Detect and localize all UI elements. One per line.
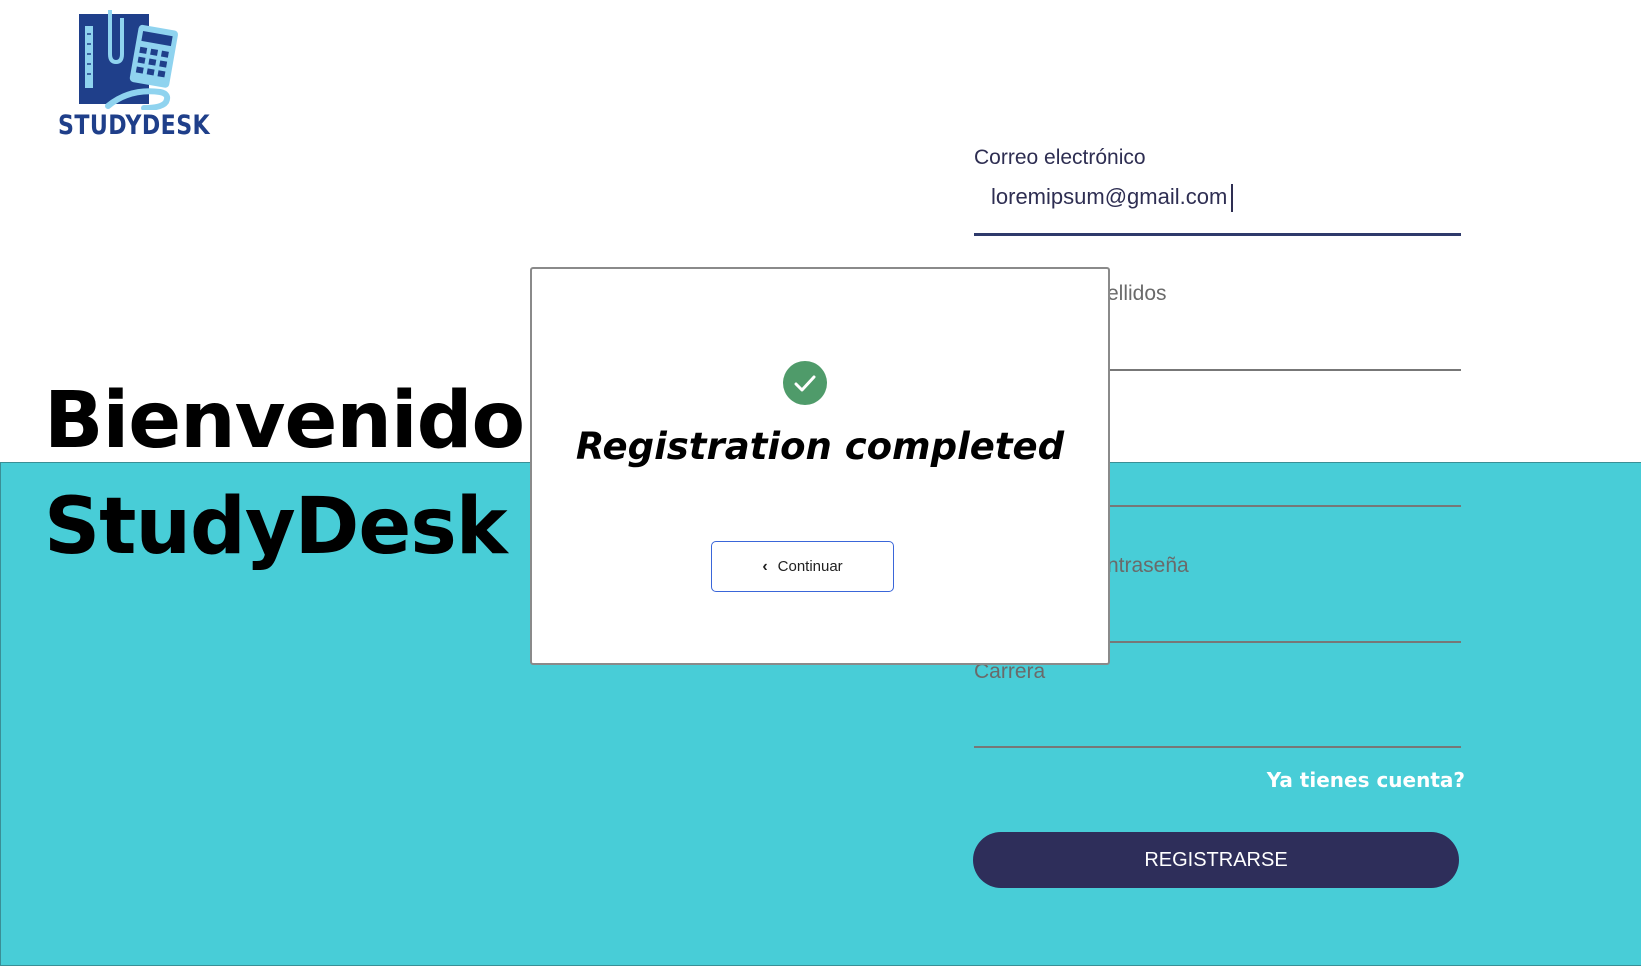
registration-page: STUDYDESK Bienvenido a StudyDesk Correo … <box>0 0 1642 966</box>
welcome-heading-line1: Bienvenido a <box>44 376 603 466</box>
email-label: Correo electrónico <box>974 146 1146 169</box>
registration-success-modal: Registration completed ‹ Continuar <box>530 267 1110 665</box>
password-label: ntraseña <box>1107 554 1189 577</box>
email-field[interactable]: Correo electrónico loremipsum@gmail.com <box>974 146 1461 238</box>
career-underline <box>974 746 1461 748</box>
email-input[interactable]: loremipsum@gmail.com <box>991 184 1234 213</box>
welcome-heading-line2: StudyDesk <box>44 482 508 572</box>
text-caret <box>1231 184 1234 213</box>
chevron-left-icon: ‹ <box>762 557 768 575</box>
register-button[interactable]: REGISTRARSE <box>973 832 1459 888</box>
email-underline <box>974 233 1461 236</box>
login-link[interactable]: Ya tienes cuenta? <box>1200 768 1465 792</box>
welcome-heading: Bienvenido a StudyDesk <box>44 368 603 580</box>
email-input-value: loremipsum@gmail.com <box>991 184 1228 209</box>
studydesk-logo: STUDYDESK <box>58 6 211 146</box>
last-name-label: ellidos <box>1107 282 1167 305</box>
logo-mark-icon <box>79 10 178 111</box>
modal-title: Registration completed <box>575 425 1065 468</box>
logo-wordmark: STUDYDESK <box>58 110 211 141</box>
career-field[interactable]: Carrera <box>974 660 1461 752</box>
check-circle-icon <box>783 361 827 405</box>
continue-button-label: Continuar <box>777 557 843 575</box>
continue-button[interactable]: ‹ Continuar <box>711 541 894 592</box>
